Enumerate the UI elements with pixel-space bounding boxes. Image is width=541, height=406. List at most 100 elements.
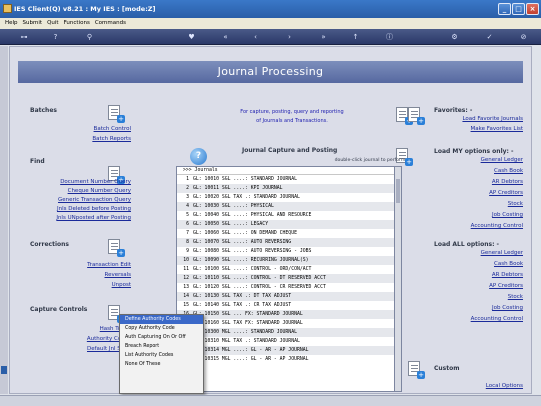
journal-row-number: 5: [186, 213, 189, 218]
my-options-link-job-costing[interactable]: Job Costing: [492, 212, 523, 218]
maximize-button[interactable]: □: [512, 3, 525, 15]
my-options-link-stock[interactable]: Stock: [508, 201, 523, 207]
ctx-list-authority-codes[interactable]: List Authority Codes: [120, 351, 203, 360]
journal-row[interactable]: 14 GL: 10130 SGL TAX .: DT TAX ADJUST: [177, 292, 394, 301]
menu-commands[interactable]: Commands: [95, 20, 126, 29]
ctx-breach-report[interactable]: Breach Report: [120, 342, 203, 351]
help-circle-icon[interactable]: ?: [190, 148, 207, 165]
menu-quit[interactable]: Quit: [47, 20, 59, 29]
delete-icon[interactable]: ⊘: [518, 32, 529, 42]
menu-functions[interactable]: Functions: [64, 20, 90, 29]
ctx-auth-capturing-toggle[interactable]: Auth Capturing On Or Off: [120, 333, 203, 342]
journal-row[interactable]: 13 GL: 10120 SGL ....: CONTROL - CR RESER…: [177, 283, 394, 292]
help-icon[interactable]: ?: [50, 32, 61, 42]
ctx-none-of-these[interactable]: None Of These: [120, 360, 203, 369]
up-icon[interactable]: ↑: [350, 32, 361, 42]
config-icon[interactable]: ⚙: [449, 32, 460, 42]
my-options-link-accounting-control[interactable]: Accounting Control: [471, 223, 523, 229]
scroll-thumb[interactable]: [396, 179, 400, 203]
journal-row[interactable]: 19GL: 10310 MGL TAX .: STANDARD JOURNAL: [177, 337, 394, 346]
journal-row[interactable]: 21GL: 10315 MGL ....: GL - AR - AP JOURN…: [177, 355, 394, 364]
corrections-doc-icon[interactable]: +: [108, 239, 125, 257]
batch-control-link[interactable]: Batch Control: [94, 126, 131, 132]
journal-row[interactable]: 10 GL: 10090 SGL ....: RECURRING JOURNAL(…: [177, 256, 394, 265]
make-favorites-list-link[interactable]: Make Favorites List: [471, 126, 523, 132]
reversals-link[interactable]: Reversals: [105, 272, 132, 278]
my-options-link-ar-debtors[interactable]: AR Debtors: [492, 179, 523, 185]
all-options-link-accounting-control[interactable]: Accounting Control: [471, 316, 523, 322]
all-options-link-general-ledger[interactable]: General Ledger: [481, 250, 523, 256]
journal-row[interactable]: 18GL: 10300 MGL ....: STANDARD JOURNAL: [177, 328, 394, 337]
load-favorite-journals-link[interactable]: Load Favorite Journals: [462, 116, 523, 122]
key-icon[interactable]: ⊶: [14, 32, 34, 42]
left-strip: [0, 46, 8, 394]
local-options-link[interactable]: Local Options: [486, 383, 523, 389]
journal-row[interactable]: 2 GL: 10011 SGL ....: KPI JOURNAL: [177, 184, 394, 193]
cheque-number-query-link[interactable]: Cheque Number Query: [68, 188, 131, 194]
unpost-link[interactable]: Unpost: [112, 282, 131, 288]
journal-row[interactable]: 11 GL: 10100 SGL ....: CONTROL - ORD/CON/…: [177, 265, 394, 274]
journal-row[interactable]: 17GL: 10160 SGL TAX FX: STANDARD JOURNAL: [177, 319, 394, 328]
journal-row[interactable]: 12 GL: 10110 SGL ....: CONTROL - DT RESER…: [177, 274, 394, 283]
ctx-copy-authority-code[interactable]: Copy Authority Code: [120, 324, 203, 333]
favorites-doc-icon[interactable]: +: [408, 107, 425, 125]
title-bar: IES Client(Q) v8.21 : My IES : [mode:Z] …: [0, 0, 541, 18]
close-button[interactable]: ×: [526, 3, 539, 15]
search-icon[interactable]: ⚲: [84, 32, 95, 42]
journal-row[interactable]: 4 GL: 10030 SGL ....: PHYSICAL: [177, 202, 394, 211]
capture-doc-icon[interactable]: +: [396, 148, 413, 166]
check-icon[interactable]: ✓: [484, 32, 495, 42]
journal-list-scrollbar[interactable]: [394, 166, 402, 392]
double-left-icon[interactable]: «: [220, 32, 231, 42]
all-options-link-cash-book[interactable]: Cash Book: [494, 261, 523, 267]
my-options-link-ap-creditors[interactable]: AP Creditors: [489, 190, 523, 196]
my-options-link-cash-book[interactable]: Cash Book: [494, 168, 523, 174]
journal-row[interactable]: 6 GL: 10050 SGL ....: LEGACY: [177, 220, 394, 229]
all-options-link-ap-creditors[interactable]: AP Creditors: [489, 283, 523, 289]
journal-row[interactable]: 9 GL: 10080 SGL ....: AUTO REVERSING - JO…: [177, 247, 394, 256]
corrections-title: Corrections: [30, 241, 69, 248]
menu-submit[interactable]: Submit: [23, 20, 43, 29]
journal-row-number: 7: [186, 231, 189, 236]
journal-list[interactable]: >>> Journals 1 GL: 10010 SGL ....: STANDA…: [176, 166, 395, 392]
heart-icon[interactable]: ♥: [186, 32, 197, 42]
batch-reports-link[interactable]: Batch Reports: [92, 136, 131, 142]
left-icon[interactable]: ‹: [250, 32, 261, 42]
transaction-edit-link[interactable]: Transaction Edit: [87, 262, 131, 268]
batches-doc-icon[interactable]: +: [108, 105, 125, 123]
my-options-title: Load MY options only: -: [434, 148, 514, 155]
all-options-link-stock[interactable]: Stock: [508, 294, 523, 300]
journal-row[interactable]: 16GL: 10150 SGL ... FX: STANDARD JOURNAL: [177, 310, 394, 319]
window-controls: _ □ ×: [498, 3, 539, 15]
journal-row-text: GL: 10080 SGL ....: AUTO REVERSING - JOB…: [193, 249, 312, 254]
journal-row-text: GL: 10130 SGL TAX .: DT TAX ADJUST: [193, 294, 292, 299]
journal-row[interactable]: 3 GL: 10020 SGL TAX .: STANDARD JOURNAL: [177, 193, 394, 202]
my-options-link-general-ledger[interactable]: General Ledger: [481, 157, 523, 163]
document-number-query-link[interactable]: Document Number Query: [60, 179, 131, 185]
custom-doc-icon[interactable]: +: [408, 361, 425, 379]
journal-row-text: GL: 10110 SGL ....: CONTROL - DT RESERVE…: [193, 276, 326, 281]
all-options-link-ar-debtors[interactable]: AR Debtors: [492, 272, 523, 278]
double-right-icon[interactable]: »: [318, 32, 329, 42]
jnls-unposted-link[interactable]: Jnls UNposted after Posting: [56, 215, 131, 221]
right-icon[interactable]: ›: [284, 32, 295, 42]
journal-row[interactable]: 5 GL: 10040 SGL ....: PHYSICAL AND RESOUR…: [177, 211, 394, 220]
info-icon[interactable]: ⓘ: [384, 32, 395, 42]
menu-help[interactable]: Help: [5, 20, 18, 29]
all-options-link-job-costing[interactable]: Job Costing: [492, 305, 523, 311]
journal-row-text: GL: 10140 SGL TAX .: CR TAX ADJUST: [193, 303, 292, 308]
side-marker: [1, 366, 7, 374]
journal-row-text: GL: 10150 SGL ... FX: STANDARD JOURNAL: [193, 312, 303, 317]
journal-row[interactable]: 15 GL: 10140 SGL TAX .: CR TAX ADJUST: [177, 301, 394, 310]
ctx-define-authority-codes[interactable]: Define Authority Codes: [120, 315, 203, 324]
journal-list-header: >>> Journals: [177, 167, 394, 175]
window-title: IES Client(Q) v8.21 : My IES : [mode:Z]: [14, 5, 156, 13]
jnls-deleted-link[interactable]: Jnls Deleted before Posting: [57, 206, 131, 212]
journal-row[interactable]: 7 GL: 10060 SGL ....: ON DEMAND CHEQUE: [177, 229, 394, 238]
minimize-button[interactable]: _: [498, 3, 511, 15]
journal-row[interactable]: 8 GL: 10070 SGL ....: AUTO REVERSING: [177, 238, 394, 247]
favorites-title: Favorites: -: [434, 107, 473, 114]
journal-row[interactable]: 20GL: 10314 MGL ....: GL - AR - AP JOURN…: [177, 346, 394, 355]
generic-transaction-query-link[interactable]: Generic Transaction Query: [58, 197, 131, 203]
journal-row[interactable]: 1 GL: 10010 SGL ....: STANDARD JOURNAL: [177, 175, 394, 184]
